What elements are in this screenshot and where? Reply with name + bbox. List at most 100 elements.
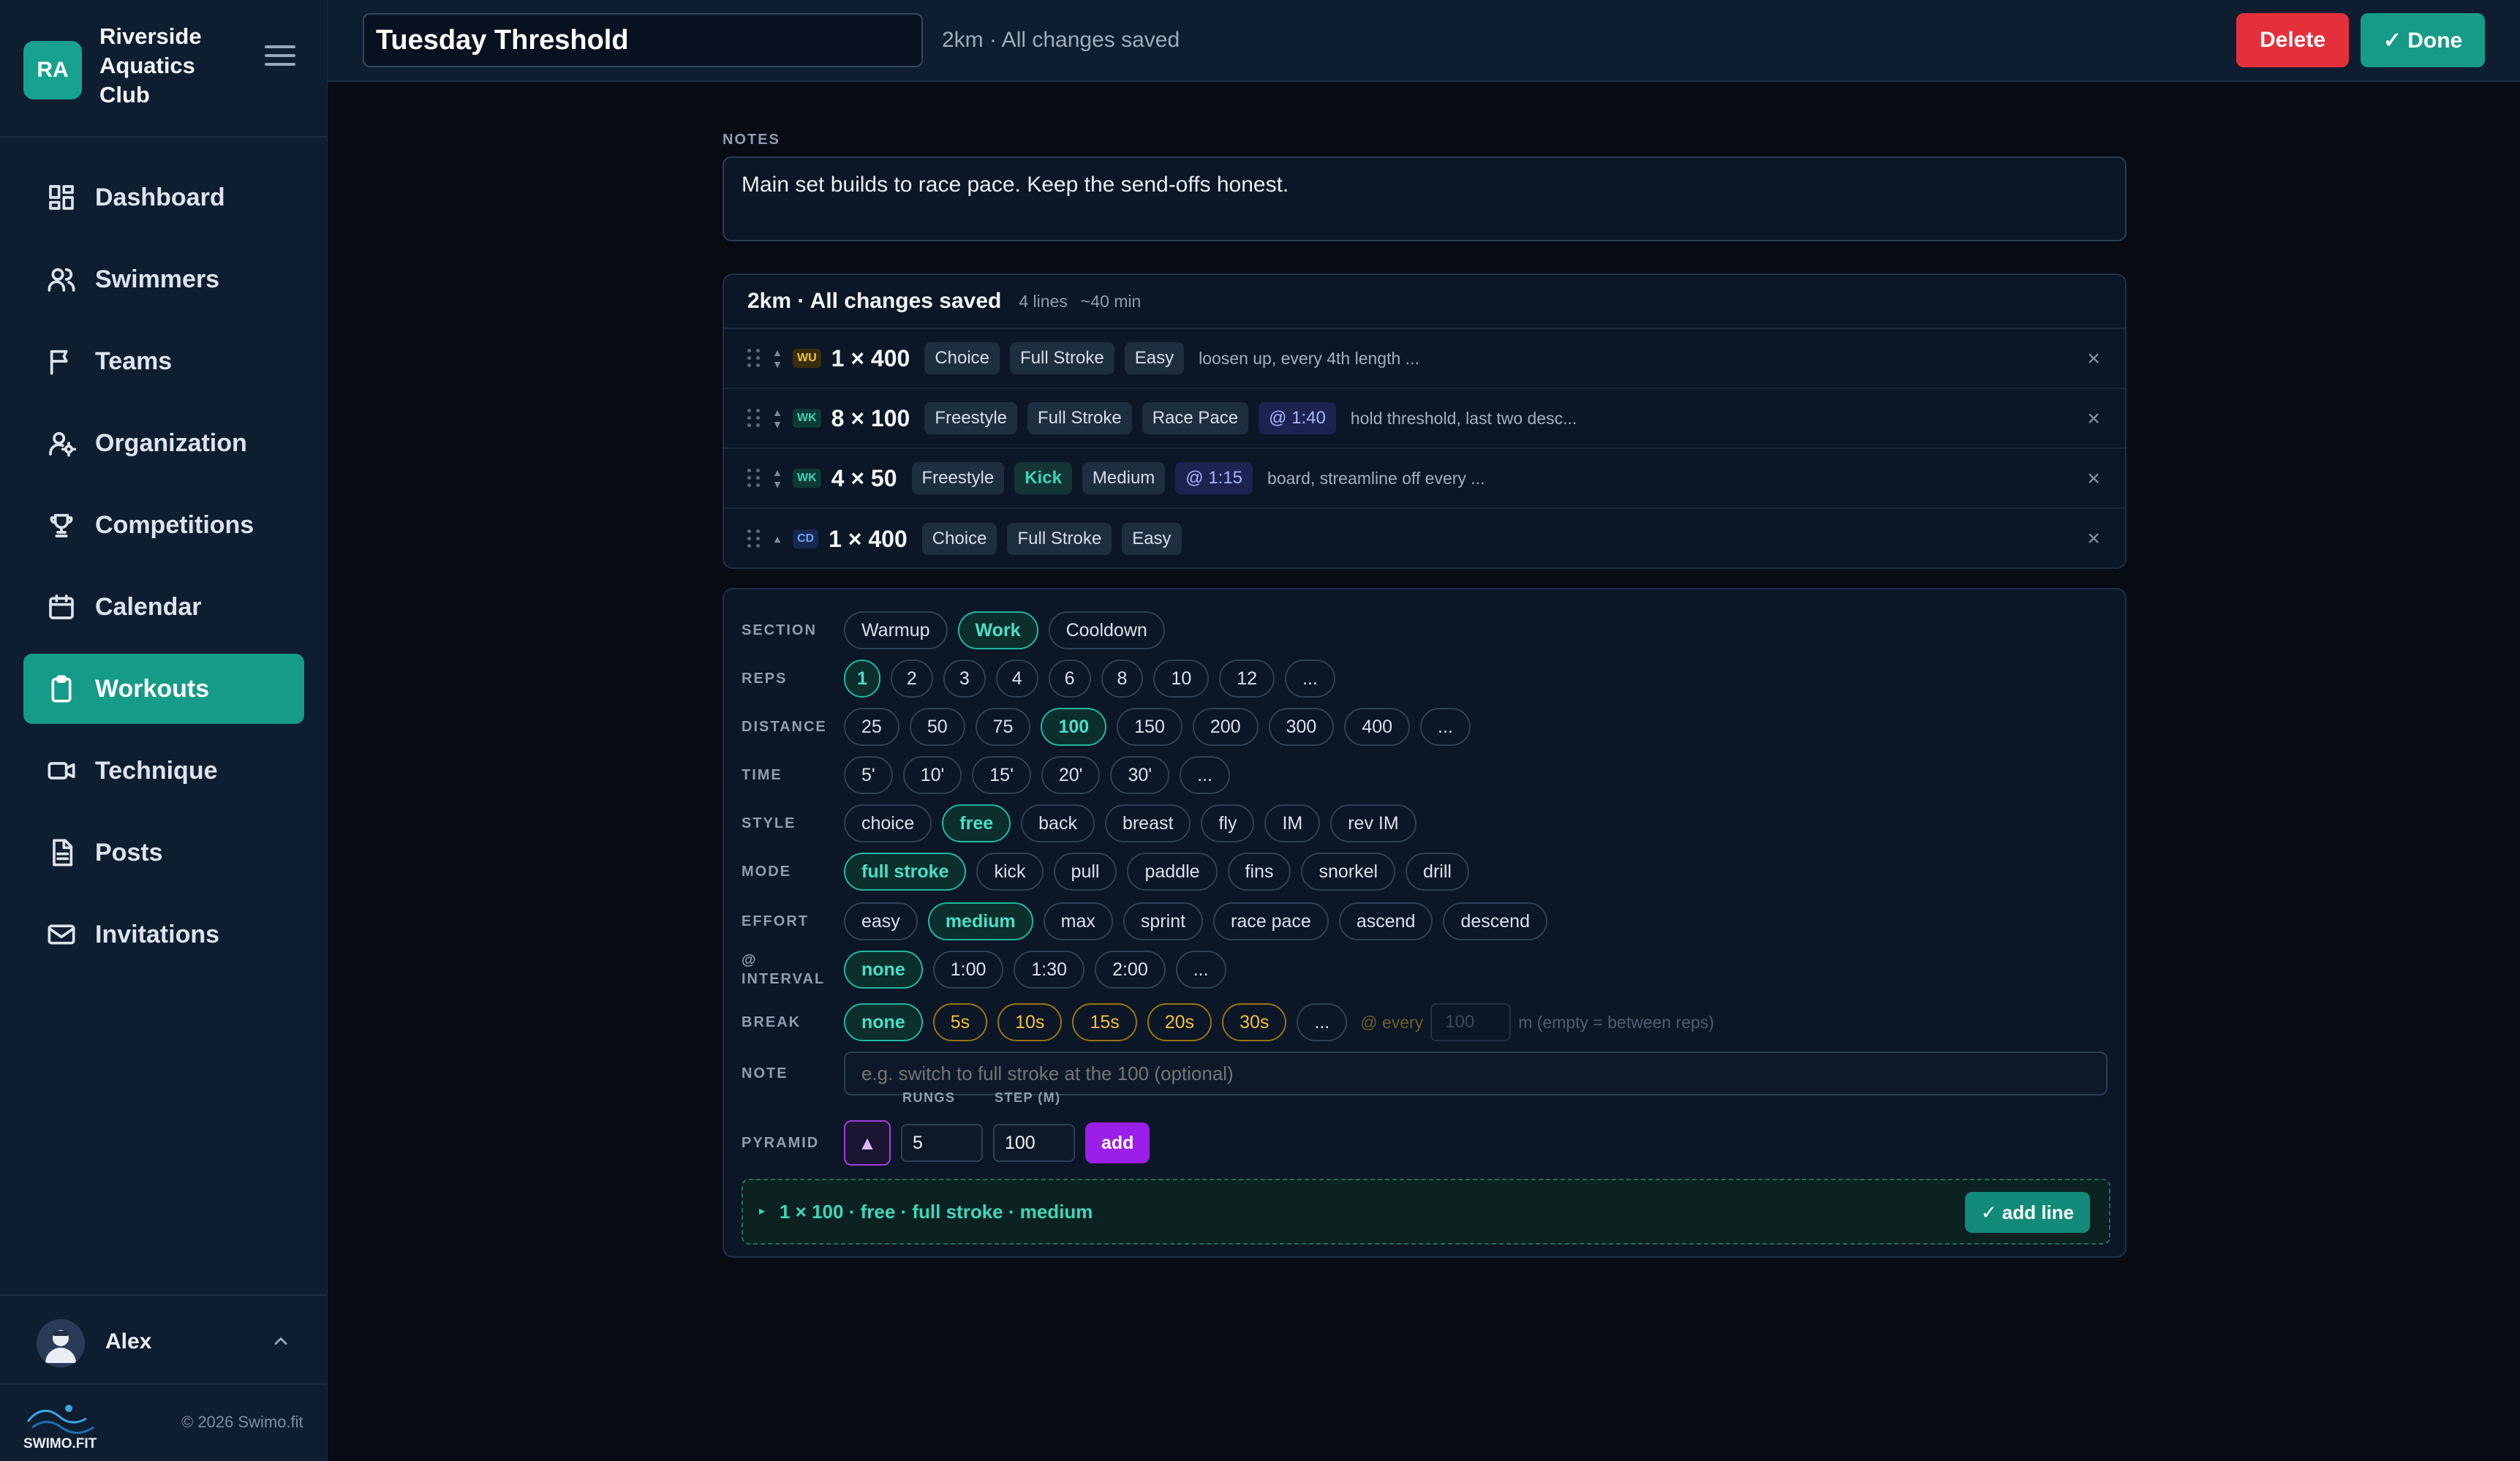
workout-title-input[interactable] <box>363 13 923 67</box>
remove-line-icon[interactable]: × <box>2083 528 2105 550</box>
workout-line-row[interactable]: ▲ ▼ WK 8 × 100 Freestyle Full Stroke Race… <box>724 389 2125 449</box>
chip-reps-more[interactable]: ... <box>1285 660 1335 698</box>
club-logo-badge[interactable]: RA <box>23 41 82 99</box>
chip-interval[interactable]: none <box>844 951 923 989</box>
chip-effort[interactable]: descend <box>1443 902 1547 940</box>
menu-toggle-icon[interactable] <box>265 41 295 70</box>
chip-time[interactable]: 15' <box>972 756 1031 794</box>
chip-effort[interactable]: easy <box>844 902 918 940</box>
chip-work[interactable]: Work <box>957 611 1038 649</box>
chip-effort[interactable]: sprint <box>1123 902 1204 940</box>
sidebar-item-competitions[interactable]: Competitions <box>23 490 304 560</box>
chip-style[interactable]: IM <box>1264 804 1321 842</box>
chip-distance[interactable]: 50 <box>909 708 965 746</box>
sidebar-item-workouts[interactable]: Workouts <box>23 654 304 724</box>
chip-distance[interactable]: 200 <box>1192 708 1259 746</box>
chip-interval[interactable]: 1:00 <box>932 951 1004 989</box>
chip-effort[interactable]: medium <box>927 902 1033 940</box>
sidebar-item-teams[interactable]: Teams <box>23 326 304 396</box>
drag-handle-icon[interactable] <box>747 529 762 548</box>
chip-reps[interactable]: 10 <box>1153 660 1210 698</box>
chip-style[interactable]: back <box>1021 804 1095 842</box>
notes-textarea[interactable]: Main set builds to race pace. Keep the s… <box>723 156 2127 241</box>
chip-reps[interactable]: 3 <box>943 660 986 698</box>
pyramid-toggle-icon[interactable]: ▲ <box>844 1120 891 1166</box>
drag-handle-icon[interactable] <box>747 409 762 428</box>
chip-style[interactable]: fly <box>1201 804 1255 842</box>
remove-line-icon[interactable]: × <box>2083 408 2105 430</box>
chip-time-more[interactable]: ... <box>1180 756 1230 794</box>
workout-line-row[interactable]: ▲ CD 1 × 400 Choice Full Stroke Easy × <box>724 509 2125 567</box>
chip-distance[interactable]: 400 <box>1344 708 1411 746</box>
chip-effort[interactable]: race pace <box>1213 902 1329 940</box>
sidebar-item-calendar[interactable]: Calendar <box>23 572 304 642</box>
sidebar-item-dashboard[interactable]: Dashboard <box>23 162 304 233</box>
workout-line-row[interactable]: ▲ ▼ WU 1 × 400 Choice Full Stroke Easy lo… <box>724 329 2125 389</box>
chip-mode[interactable]: drill <box>1406 853 1469 891</box>
drag-handle-icon[interactable] <box>747 469 762 488</box>
add-line-button[interactable]: ✓ add line <box>1964 1192 2090 1233</box>
reorder-arrows-icon[interactable]: ▲ ▼ <box>771 345 784 371</box>
step-input[interactable] <box>993 1124 1075 1162</box>
chip-effort[interactable]: max <box>1043 902 1113 940</box>
chip-distance-more[interactable]: ... <box>1420 708 1471 746</box>
chip-distance[interactable]: 75 <box>975 708 1031 746</box>
sidebar-item-technique[interactable]: Technique <box>23 736 304 806</box>
chip-break[interactable]: 15s <box>1072 1003 1137 1041</box>
chip-break[interactable]: 10s <box>997 1003 1063 1041</box>
workout-line-row[interactable]: ▲ ▼ WK 4 × 50 Freestyle Kick Medium @ 1:1… <box>724 449 2125 509</box>
chip-distance[interactable]: 100 <box>1041 708 1107 746</box>
rungs-input[interactable] <box>901 1124 983 1162</box>
chip-break[interactable]: 5s <box>932 1003 988 1041</box>
pyramid-add-button[interactable]: add <box>1085 1122 1150 1163</box>
remove-line-icon[interactable]: × <box>2083 348 2105 370</box>
reorder-arrows-icon[interactable]: ▲ ▼ <box>771 465 784 491</box>
chip-reps[interactable]: 12 <box>1219 660 1275 698</box>
chip-distance[interactable]: 150 <box>1117 708 1182 746</box>
chip-time[interactable]: 10' <box>902 756 962 794</box>
chip-time[interactable]: 5' <box>844 756 893 794</box>
chip-distance[interactable]: 300 <box>1268 708 1335 746</box>
chip-mode[interactable]: fins <box>1227 853 1291 891</box>
preview-caret-icon[interactable]: ▸ <box>759 1204 765 1218</box>
sidebar-item-invitations[interactable]: Invitations <box>23 899 304 970</box>
chip-time[interactable]: 30' <box>1110 756 1170 794</box>
chip-break[interactable]: none <box>844 1003 923 1041</box>
reorder-arrows-icon[interactable]: ▲ <box>771 526 784 552</box>
user-menu[interactable]: Alex <box>0 1294 328 1385</box>
chip-interval[interactable]: 1:30 <box>1014 951 1085 989</box>
chevron-up-icon[interactable] <box>271 1331 291 1351</box>
chip-break[interactable]: 30s <box>1222 1003 1287 1041</box>
chip-break[interactable]: 20s <box>1147 1003 1212 1041</box>
done-button[interactable]: ✓ Done <box>2361 13 2485 67</box>
chip-reps[interactable]: 2 <box>890 660 933 698</box>
chip-effort[interactable]: ascend <box>1338 902 1433 940</box>
chip-time[interactable]: 20' <box>1041 756 1101 794</box>
chip-cooldown[interactable]: Cooldown <box>1048 611 1165 649</box>
remove-line-icon[interactable]: × <box>2083 468 2105 490</box>
chip-mode[interactable]: kick <box>976 853 1044 891</box>
break-every-input[interactable]: 100 <box>1430 1003 1512 1041</box>
reorder-arrows-icon[interactable]: ▲ ▼ <box>771 405 784 431</box>
chip-style[interactable]: rev IM <box>1330 804 1416 842</box>
chip-break-more[interactable]: ... <box>1297 1003 1348 1041</box>
sidebar-item-swimmers[interactable]: Swimmers <box>23 244 304 314</box>
line-note-input[interactable] <box>844 1052 2108 1095</box>
chip-style[interactable]: free <box>942 804 1011 842</box>
sidebar-item-posts[interactable]: Posts <box>23 818 304 888</box>
delete-button[interactable]: Delete <box>2236 13 2349 67</box>
chip-warmup[interactable]: Warmup <box>844 611 948 649</box>
drag-handle-icon[interactable] <box>747 349 762 368</box>
chip-distance[interactable]: 25 <box>844 708 899 746</box>
chip-reps[interactable]: 6 <box>1048 660 1091 698</box>
chip-mode[interactable]: paddle <box>1127 853 1218 891</box>
chip-style[interactable]: choice <box>844 804 932 842</box>
chip-mode[interactable]: snorkel <box>1301 853 1396 891</box>
chip-interval[interactable]: 2:00 <box>1095 951 1166 989</box>
chip-mode[interactable]: full stroke <box>844 853 967 891</box>
chip-reps[interactable]: 8 <box>1101 660 1144 698</box>
chip-interval-more[interactable]: ... <box>1175 951 1226 989</box>
chip-reps[interactable]: 4 <box>995 660 1038 698</box>
chip-reps[interactable]: 1 <box>844 660 880 698</box>
chip-style[interactable]: breast <box>1104 804 1191 842</box>
